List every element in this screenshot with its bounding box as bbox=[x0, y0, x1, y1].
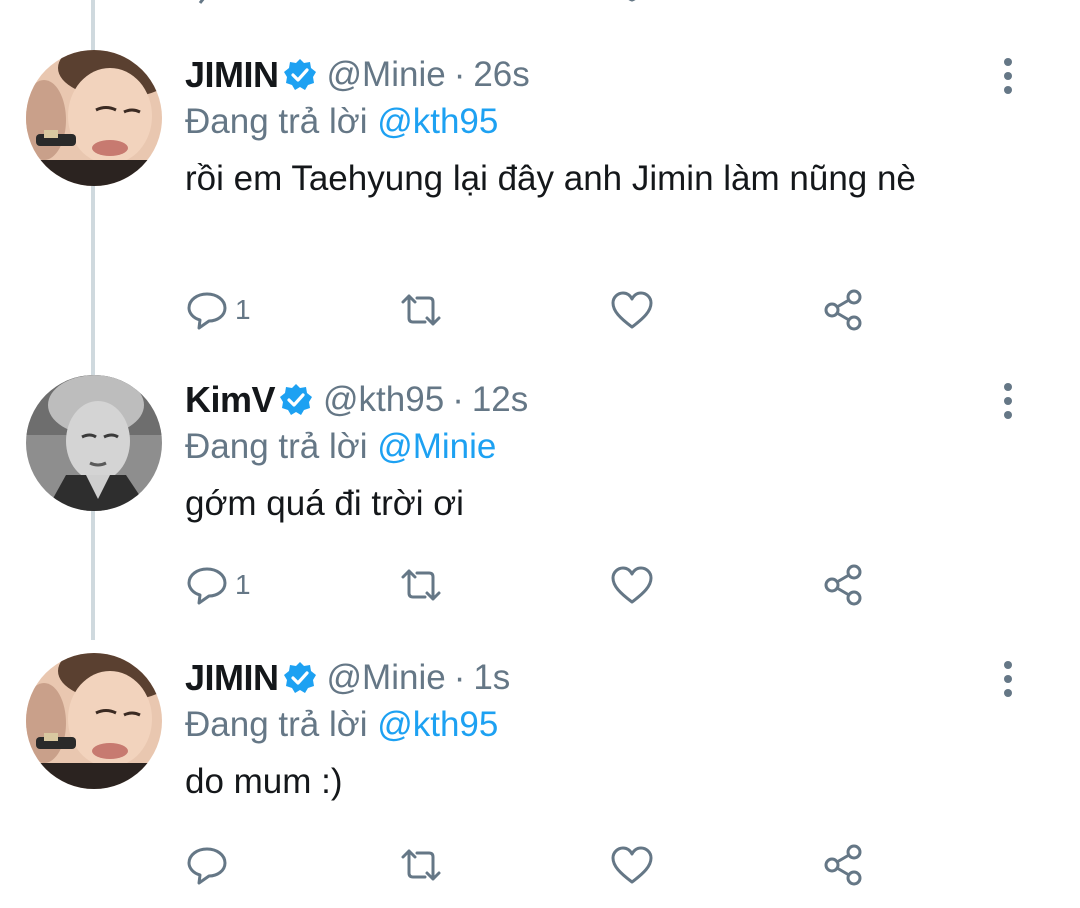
reply-mention-link[interactable]: @kth95 bbox=[377, 705, 498, 744]
jimin-avatar bbox=[26, 50, 162, 186]
reply-mention-link[interactable]: @Minie bbox=[377, 427, 496, 466]
reply-button[interactable]: 1 bbox=[185, 561, 251, 609]
avatar[interactable] bbox=[26, 50, 162, 186]
user-handle[interactable]: @Minie bbox=[327, 658, 446, 698]
tweet-header: JIMIN @Minie · 26s bbox=[185, 52, 1020, 98]
replying-to-line: Đang trả lời @kth95 bbox=[185, 703, 1020, 747]
separator: · bbox=[452, 380, 464, 419]
share-icon bbox=[824, 289, 862, 331]
replying-prefix: Đang trả lời bbox=[185, 705, 368, 744]
share-icon bbox=[824, 564, 862, 606]
reply-mention-link[interactable]: @kth95 bbox=[377, 102, 498, 141]
user-handle[interactable]: @Minie bbox=[327, 55, 446, 95]
share-button[interactable] bbox=[822, 841, 866, 889]
timestamp[interactable]: 26s bbox=[473, 55, 529, 95]
more-vertical-icon[interactable] bbox=[1000, 56, 1016, 96]
share-icon[interactable] bbox=[830, 0, 860, 4]
like-button[interactable] bbox=[610, 561, 654, 609]
tweet-header: KimV @kth95 · 12s bbox=[185, 377, 1020, 423]
heart-icon bbox=[611, 846, 653, 884]
retweet-button[interactable] bbox=[397, 286, 445, 334]
jimin-avatar bbox=[26, 653, 162, 789]
user-handle[interactable]: @kth95 bbox=[323, 380, 444, 420]
reply-count: 1 bbox=[235, 569, 251, 600]
reply-count: 1 bbox=[235, 294, 251, 325]
retweet-icon bbox=[401, 849, 441, 881]
timestamp[interactable]: 12s bbox=[472, 380, 528, 420]
tweet-actions bbox=[185, 841, 885, 889]
reply-button[interactable] bbox=[185, 841, 235, 889]
share-icon bbox=[824, 844, 862, 886]
like-button[interactable] bbox=[610, 286, 654, 334]
reply-icon bbox=[187, 567, 227, 605]
reply-icon bbox=[187, 847, 227, 885]
tweet-thread-screen: JIMIN @Minie · 26s Đang trả lời @kth95 r… bbox=[0, 0, 1080, 908]
retweet-icon[interactable] bbox=[400, 0, 430, 4]
separator: · bbox=[453, 55, 466, 94]
tweet-actions: 1 bbox=[185, 286, 885, 334]
timestamp[interactable]: 1s bbox=[473, 658, 510, 698]
retweet-icon bbox=[401, 294, 441, 326]
separator: · bbox=[453, 658, 466, 697]
heart-icon[interactable] bbox=[617, 0, 647, 4]
reply-icon[interactable] bbox=[190, 0, 220, 4]
retweet-button[interactable] bbox=[397, 841, 445, 889]
previous-tweet-actions bbox=[0, 0, 1080, 4]
replying-prefix: Đang trả lời bbox=[185, 427, 368, 466]
tweet-content: JIMIN @Minie · 1s Đang trả lời @kth95 do… bbox=[185, 655, 1020, 807]
verified-badge-icon bbox=[280, 384, 313, 415]
heart-icon bbox=[611, 566, 653, 604]
tweet[interactable]: JIMIN @Minie · 1s Đang trả lời @kth95 do… bbox=[0, 653, 1080, 893]
tweet[interactable]: JIMIN @Minie · 26s Đang trả lời @kth95 r… bbox=[0, 50, 1080, 340]
verified-badge-icon bbox=[283, 59, 316, 90]
retweet-button[interactable] bbox=[397, 561, 445, 609]
tweet[interactable]: KimV @kth95 · 12s Đang trả lời @Minie gớ… bbox=[0, 375, 1080, 615]
reply-button[interactable]: 1 bbox=[185, 286, 251, 334]
tweet-text: do mum :) bbox=[185, 762, 343, 801]
kimv-avatar bbox=[26, 375, 162, 511]
verified-badge-icon bbox=[283, 662, 316, 693]
retweet-icon bbox=[401, 569, 441, 601]
tweet-actions: 1 bbox=[185, 561, 885, 609]
tweet-text: gớm quá đi trời ơi bbox=[185, 484, 464, 523]
like-button[interactable] bbox=[610, 841, 654, 889]
display-name[interactable]: JIMIN bbox=[185, 54, 279, 96]
share-button[interactable] bbox=[822, 286, 866, 334]
more-vertical-icon[interactable] bbox=[1000, 381, 1016, 421]
more-vertical-icon[interactable] bbox=[1000, 659, 1016, 699]
tweet-content: KimV @kth95 · 12s Đang trả lời @Minie gớ… bbox=[185, 377, 1020, 529]
tweet-text: rồi em Taehyung lại đây anh Jimin làm nũ… bbox=[185, 159, 916, 198]
avatar[interactable] bbox=[26, 653, 162, 789]
display-name[interactable]: JIMIN bbox=[185, 657, 279, 699]
replying-to-line: Đang trả lời @Minie bbox=[185, 425, 1020, 469]
display-name[interactable]: KimV bbox=[185, 379, 276, 421]
tweet-content: JIMIN @Minie · 26s Đang trả lời @kth95 r… bbox=[185, 52, 1020, 204]
tweet-header: JIMIN @Minie · 1s bbox=[185, 655, 1020, 701]
share-button[interactable] bbox=[822, 561, 866, 609]
replying-to-line: Đang trả lời @kth95 bbox=[185, 100, 1020, 144]
replying-prefix: Đang trả lời bbox=[185, 102, 368, 141]
heart-icon bbox=[611, 291, 653, 329]
reply-icon bbox=[187, 292, 227, 330]
avatar[interactable] bbox=[26, 375, 162, 511]
